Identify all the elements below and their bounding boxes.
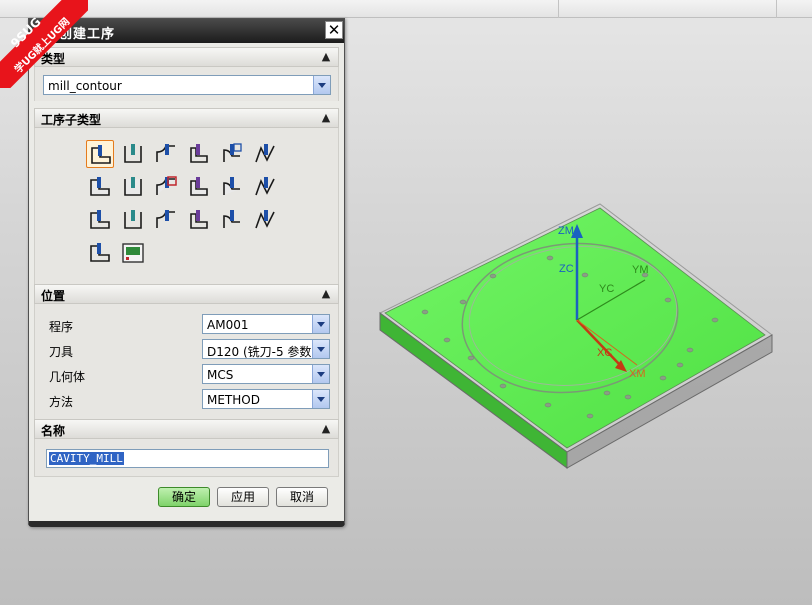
graphics-window-topbar — [0, 0, 812, 18]
contour-area-icon[interactable] — [119, 173, 147, 201]
topbar-separator — [776, 0, 777, 18]
part-model — [379, 203, 773, 469]
close-button[interactable]: ✕ — [325, 21, 343, 39]
axis-label-zc: ZC — [559, 263, 574, 275]
collapse-chevron-icon[interactable]: ▲ — [318, 286, 334, 302]
collapse-chevron-icon[interactable]: ▲ — [318, 49, 334, 65]
dropdown-arrow-icon[interactable] — [312, 315, 329, 333]
section-label-name: 名称 — [41, 424, 66, 438]
section-label-subtype: 工序子类型 — [41, 113, 102, 127]
method-dropdown[interactable]: METHOD — [202, 389, 330, 409]
program-label: 程序 — [49, 320, 74, 334]
rest-milling-icon[interactable] — [185, 140, 213, 168]
section-header-name[interactable]: 名称 ▲ — [34, 419, 339, 439]
graphics-viewport[interactable]: ZM ZC YM YC XC XM — [345, 190, 812, 490]
tool-label: 刀具 — [49, 345, 74, 359]
axis-label-ym: YM — [632, 264, 649, 276]
mill-control-icon[interactable] — [119, 239, 147, 267]
flowcut-single-icon[interactable] — [86, 206, 114, 234]
apply-button[interactable]: 应用 — [217, 487, 269, 507]
create-operation-dialog: 创建工序 ✕ 类型 ▲ mill_contour 工序子类型 ▲ 位置 ▲ 程序… — [28, 18, 345, 527]
program-dropdown[interactable]: AM001 — [202, 314, 330, 334]
tool-dropdown[interactable]: D120 (铣刀-5 参数 — [202, 339, 330, 359]
geometry-label: 几何体 — [49, 370, 86, 384]
method-label: 方法 — [49, 395, 74, 409]
axis-label-xm: XM — [629, 368, 646, 380]
operation-subtype-grid — [84, 137, 284, 277]
collapse-chevron-icon[interactable]: ▲ — [318, 421, 334, 437]
fixed-contour-icon[interactable] — [86, 173, 114, 201]
topbar-separator — [558, 0, 559, 18]
axis-label-yc: YC — [599, 283, 615, 295]
axis-label-xc: XC — [597, 347, 613, 359]
contour-area-dir-steep-icon[interactable] — [251, 173, 279, 201]
section-header-subtype[interactable]: 工序子类型 ▲ — [34, 108, 339, 128]
axis-label-zm: ZM — [558, 225, 574, 237]
dropdown-arrow-icon[interactable] — [312, 340, 329, 358]
section-body-location: 程序 AM001 刀具 D120 (铣刀-5 参数 几何体 MCS 方法 MET… — [34, 304, 339, 419]
contour-surface-area-icon[interactable] — [152, 173, 180, 201]
geometry-dropdown[interactable]: MCS — [202, 364, 330, 384]
zlevel-corner-icon[interactable] — [251, 140, 279, 168]
flowcut-smooth-icon[interactable] — [185, 206, 213, 234]
watermark-logo: 9SUG 学UG就上UG网 — [8, 15, 72, 76]
mill-user-icon[interactable] — [86, 239, 114, 267]
dropdown-arrow-icon[interactable] — [312, 365, 329, 383]
zlevel-profile-icon[interactable] — [218, 140, 246, 168]
flowcut-ref-tool-icon[interactable] — [152, 206, 180, 234]
contour-text-icon[interactable] — [251, 206, 279, 234]
site-watermark: 9SUG 学UG就上UG网 — [0, 0, 88, 88]
cavity-mill-icon[interactable] — [86, 140, 114, 168]
contour-area-non-steep-icon[interactable] — [218, 173, 246, 201]
dropdown-arrow-icon[interactable] — [312, 390, 329, 408]
close-icon: ✕ — [327, 21, 341, 39]
plunge-milling-icon[interactable] — [119, 140, 147, 168]
section-label-location: 位置 — [41, 289, 66, 303]
flowcut-multiple-icon[interactable] — [119, 206, 147, 234]
corner-rough-icon[interactable] — [152, 140, 180, 168]
section-header-location[interactable]: 位置 ▲ — [34, 284, 339, 304]
operation-name-input[interactable]: CAVITY_MILL — [46, 449, 329, 468]
cancel-button[interactable]: 取消 — [276, 487, 328, 507]
ok-button[interactable]: 确定 — [158, 487, 210, 507]
collapse-chevron-icon[interactable]: ▲ — [318, 110, 334, 126]
dropdown-arrow-icon[interactable] — [313, 76, 330, 94]
solid-profile-3d-icon[interactable] — [218, 206, 246, 234]
method-dropdown-value: METHOD — [207, 393, 260, 407]
program-dropdown-value: AM001 — [207, 318, 249, 332]
tool-dropdown-value: D120 (铣刀-5 参数 — [207, 345, 311, 359]
geometry-dropdown-value: MCS — [207, 368, 234, 382]
streamline-icon[interactable] — [185, 173, 213, 201]
operation-name-value: CAVITY_MILL — [49, 452, 124, 465]
